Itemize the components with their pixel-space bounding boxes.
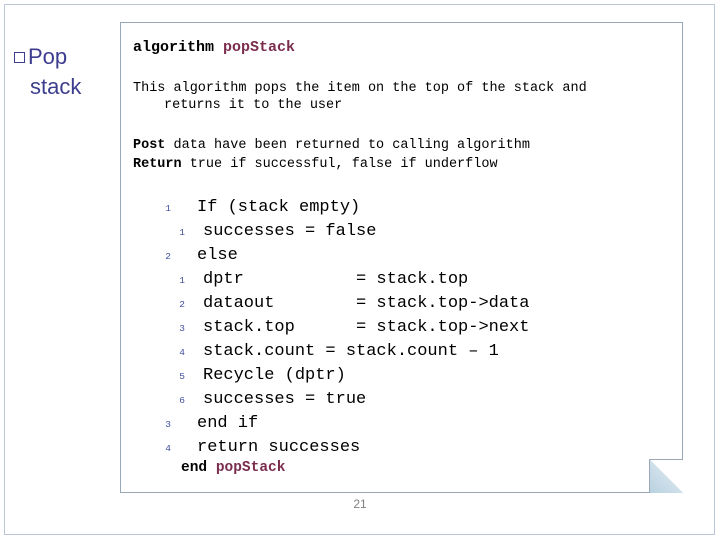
algorithm-card: algorithm popStack This algorithm pops t…: [120, 22, 683, 493]
line-number: 5: [179, 371, 185, 382]
algorithm-content: algorithm popStack This algorithm pops t…: [133, 35, 670, 480]
line-number: 1: [165, 203, 171, 214]
line-number: 2: [165, 251, 171, 262]
pseudocode-text: else: [197, 246, 238, 265]
algorithm-heading-keyword: algorithm: [133, 39, 224, 56]
pseudocode-text: stack.count = stack.count – 1: [203, 342, 499, 361]
line-number: 1: [179, 227, 185, 238]
algorithm-post-text: data have been returned to calling algor…: [165, 138, 530, 153]
line-number: 3: [165, 419, 171, 430]
line-number: 3: [179, 323, 185, 334]
pseudocode-line: 2 else: [133, 244, 670, 268]
pseudocode-text: dataout = stack.top->data: [203, 294, 530, 313]
pseudocode-text: If (stack empty): [197, 198, 361, 217]
pseudocode-line: 1 dptr = stack.top: [133, 268, 670, 292]
line-number: 4: [179, 347, 185, 358]
algorithm-heading: algorithm popStack: [133, 39, 670, 56]
page-title: Pop stack: [14, 42, 112, 102]
algorithm-end-code: end popStack: [181, 460, 285, 476]
line-number: 2: [179, 299, 185, 310]
page-title-line2: stack: [30, 74, 82, 99]
algorithm-heading-name: popStack: [223, 39, 296, 56]
algorithm-end-keyword: end: [181, 460, 216, 476]
square-bullet-icon: [14, 52, 25, 63]
pseudocode-line: 4 stack.count = stack.count – 1: [133, 340, 670, 364]
pseudocode-line: 5 Recycle (dptr): [133, 364, 670, 388]
pseudocode-line: 2 dataout = stack.top->data: [133, 292, 670, 316]
algorithm-return-label: Return: [133, 157, 182, 172]
pseudocode-line: 1 If (stack empty): [133, 196, 670, 220]
pseudocode-text: end if: [197, 414, 259, 433]
algorithm-contract: Post data have been returned to calling …: [133, 136, 670, 174]
pseudocode-text: return successes: [197, 438, 361, 457]
line-number: 6: [179, 395, 185, 406]
line-number: 4: [165, 443, 171, 454]
pseudocode-text: Recycle (dptr): [203, 366, 346, 385]
pseudocode-line: 6 successes = true: [133, 388, 670, 412]
line-number: 1: [179, 275, 185, 286]
algorithm-return-text: true if successful, false if underflow: [181, 157, 498, 172]
page-fold-corner: [649, 459, 683, 493]
algorithm-end-name: popStack: [215, 460, 286, 476]
algorithm-return: Return true if successful, false if unde…: [133, 155, 670, 174]
pseudocode-text: successes = true: [203, 390, 367, 409]
pseudocode-line: 3 end if: [133, 412, 670, 436]
algorithm-post: Post data have been returned to calling …: [133, 136, 670, 155]
algorithm-description: This algorithm pops the item on the top …: [133, 80, 670, 114]
algorithm-end-line: end popStack: [133, 460, 670, 476]
slide-page-number: 21: [353, 497, 367, 511]
page-title-line1: Pop: [28, 44, 68, 69]
algorithm-description-line2: returns it to the user: [164, 98, 343, 113]
pseudocode-line: 1 successes = false: [133, 220, 670, 244]
pseudocode-text: dptr = stack.top: [203, 270, 469, 289]
pseudocode-listing: 1 If (stack empty) 1 successes = false 2 else…: [133, 196, 670, 460]
pseudocode-line: 4 return successes: [133, 436, 670, 460]
algorithm-post-label: Post: [133, 138, 166, 153]
pseudocode-line: 3 stack.top = stack.top->next: [133, 316, 670, 340]
algorithm-description-line1: This algorithm pops the item on the top …: [133, 81, 587, 96]
pseudocode-text: stack.top = stack.top->next: [203, 318, 530, 337]
pseudocode-text: successes = false: [203, 222, 377, 241]
